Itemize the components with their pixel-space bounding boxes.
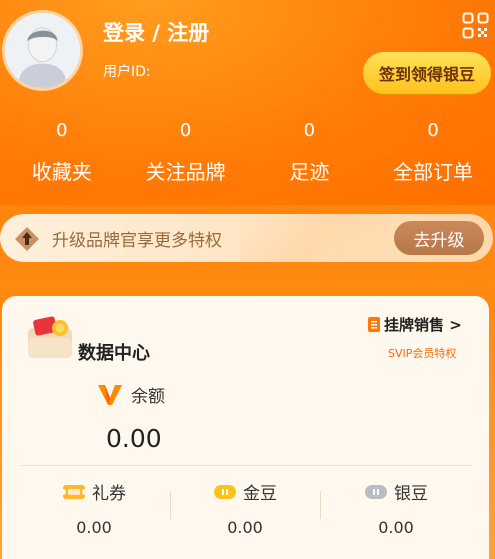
asset-label: 礼券: [92, 484, 126, 504]
divider: [20, 465, 472, 466]
stat-label: 关注品牌: [145, 160, 226, 184]
asset-value: 0.00: [76, 518, 112, 537]
balance-label: 余额: [131, 387, 165, 407]
stat-all-orders[interactable]: 0 全部订单: [371, 120, 495, 185]
listing-sale-link[interactable]: 挂牌销售 >: [368, 314, 462, 335]
asset-label: 银豆: [394, 484, 428, 504]
data-center-title: 数据中心: [78, 343, 150, 364]
listing-sale-label: 挂牌销售 >: [384, 316, 462, 334]
vertical-divider: [170, 491, 171, 519]
banner-decoration: [240, 214, 390, 262]
asset-gold-beans[interactable]: 金豆 0.00: [175, 479, 315, 537]
stat-followed-brands[interactable]: 0 关注品牌: [124, 120, 248, 185]
stat-value: 0: [56, 120, 68, 141]
qr-code-icon[interactable]: [462, 12, 489, 39]
v-logo-icon: [98, 384, 122, 405]
signin-get-silver-beans-button[interactable]: 签到领得银豆: [363, 52, 491, 94]
data-center-card: 数据中心 挂牌销售 > SVIP会员特权 余额 0.00 礼券 0.00 金豆 …: [2, 296, 489, 559]
user-id-label: 用户ID:: [103, 64, 151, 80]
svip-privilege-note: SVIP会员特权: [388, 347, 457, 360]
login-register-link[interactable]: 登录 / 注册: [103, 17, 209, 47]
stat-favorites[interactable]: 0 收藏夹: [0, 120, 124, 185]
avatar[interactable]: [2, 10, 83, 91]
coupon-icon: [62, 484, 86, 499]
vertical-divider: [320, 491, 321, 519]
stat-label: 收藏夹: [31, 160, 92, 184]
upgrade-button[interactable]: 去升级: [394, 221, 484, 255]
stat-label: 全部订单: [393, 160, 474, 184]
upgrade-text: 升级品牌官享更多特权: [52, 231, 222, 251]
asset-label: 金豆: [243, 484, 277, 504]
stat-footprints[interactable]: 0 足迹: [248, 120, 372, 185]
upgrade-arrow-icon: [15, 227, 39, 251]
wallet-icon: [28, 316, 72, 358]
stats-row: 0 收藏夹 0 关注品牌 0 足迹 0 全部订单: [0, 120, 495, 185]
asset-silver-beans[interactable]: 银豆 0.00: [326, 479, 466, 537]
stat-label: 足迹: [289, 160, 330, 184]
balance-value: 0.00: [106, 424, 162, 453]
stat-value: 0: [179, 120, 192, 141]
balance-row[interactable]: 余额: [97, 382, 165, 407]
asset-value: 0.00: [378, 518, 414, 537]
asset-coupons[interactable]: 礼券 0.00: [24, 479, 164, 537]
stat-value: 0: [427, 120, 439, 141]
gold-bean-icon: [214, 484, 236, 499]
document-icon: [368, 317, 380, 332]
upgrade-banner[interactable]: 升级品牌官享更多特权 去升级: [0, 214, 493, 262]
stat-value: 0: [303, 120, 316, 141]
silver-bean-icon: [365, 484, 387, 499]
default-avatar-icon: [5, 13, 80, 88]
asset-value: 0.00: [227, 518, 263, 537]
